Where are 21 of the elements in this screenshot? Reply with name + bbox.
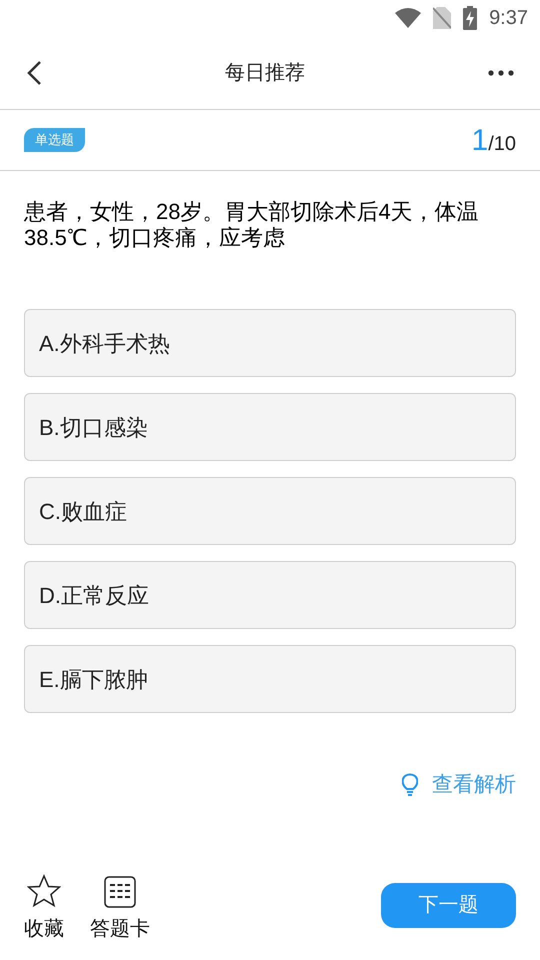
more-icon[interactable] [488,70,514,76]
current-question-number: 1 [472,122,488,158]
back-icon[interactable] [26,60,42,86]
answer-option[interactable]: D.正常反应 [24,561,516,629]
question-type-badge: 单选题 [24,128,85,152]
no-sim-icon [433,7,452,29]
page-title: 每日推荐 [225,60,305,86]
wifi-icon [395,8,422,28]
question-total: /10 [488,132,516,156]
answer-option[interactable]: E.膈下脓肿 [24,645,516,713]
answer-option[interactable]: A.外科手术热 [24,309,516,377]
answer-card-button[interactable]: 答题卡 [90,876,150,944]
battery-charging-icon [463,6,478,30]
answer-option[interactable]: B.切口感染 [24,393,516,461]
question-text: 患者，女性，28岁。胃大部切除术后4天，体温38.5℃，切口疼痛，应考虑 [23,198,480,251]
lightbulb-icon [402,772,418,797]
star-icon [27,874,61,908]
answer-option[interactable]: C.败血症 [24,477,516,545]
favorite-button[interactable]: 收藏 [24,874,64,944]
status-time: 9:37 [489,6,528,31]
grid-icon [104,876,136,908]
